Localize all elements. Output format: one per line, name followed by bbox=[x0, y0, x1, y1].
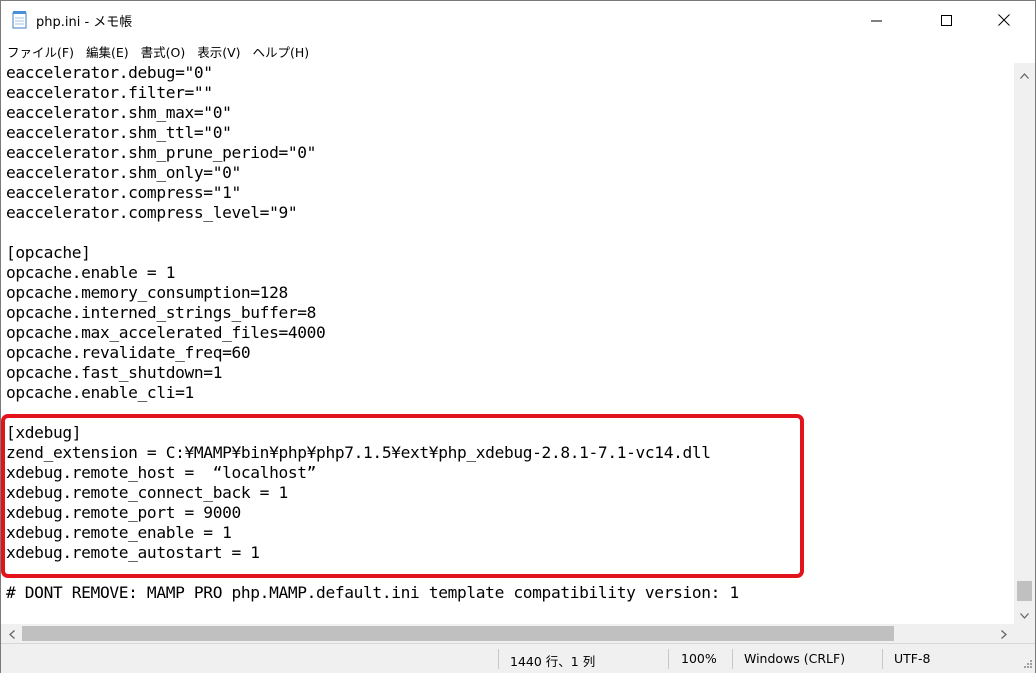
editor-line: xdebug.remote_enable = 1 bbox=[6, 523, 232, 542]
horizontal-scrollbar[interactable] bbox=[1, 624, 1014, 643]
editor-line: xdebug.remote_host = “localhost” bbox=[6, 463, 317, 482]
editor-line: eaccelerator.shm_only="0" bbox=[6, 163, 241, 182]
horizontal-scroll-thumb[interactable] bbox=[22, 626, 894, 641]
scroll-up-button[interactable] bbox=[1014, 63, 1035, 84]
editor-line: opcache.memory_consumption=128 bbox=[6, 283, 288, 302]
editor-line: zend_extension = C:¥MAMP¥bin¥php¥php7.1.… bbox=[6, 443, 711, 462]
text-editor[interactable]: eaccelerator.debug="0" eaccelerator.filt… bbox=[1, 63, 1014, 624]
vertical-scroll-thumb[interactable] bbox=[1017, 581, 1032, 601]
status-encoding: UTF-8 bbox=[894, 651, 931, 666]
editor-line: eaccelerator.filter="" bbox=[6, 83, 213, 102]
editor-line: opcache.interned_strings_buffer=8 bbox=[6, 303, 317, 322]
notepad-icon bbox=[12, 10, 28, 29]
editor-line: eaccelerator.compress="1" bbox=[6, 183, 241, 202]
status-separator bbox=[498, 649, 499, 669]
menu-help[interactable]: ヘルプ(H) bbox=[246, 42, 315, 61]
menu-bar: ファイル(F) 編集(E) 書式(O) 表示(V) ヘルプ(H) bbox=[1, 39, 1035, 63]
editor-line: eaccelerator.shm_max="0" bbox=[6, 103, 232, 122]
status-cursor-position: 1440 行、1 列 bbox=[510, 654, 596, 669]
editor-line: # DONT REMOVE: MAMP PRO php.MAMP.default… bbox=[6, 583, 739, 602]
status-bar: 1440 行、1 列 100% Windows (CRLF) UTF-8 bbox=[1, 643, 1035, 673]
menu-format[interactable]: 書式(O) bbox=[134, 42, 191, 61]
resize-grip-icon[interactable] bbox=[1021, 659, 1033, 671]
title-bar[interactable]: php.ini - メモ帳 bbox=[1, 1, 1035, 39]
editor-line: eaccelerator.shm_prune_period="0" bbox=[6, 143, 317, 162]
scroll-left-button[interactable] bbox=[1, 624, 22, 643]
editor-line: xdebug.remote_connect_back = 1 bbox=[6, 483, 288, 502]
editor-line: opcache.enable_cli=1 bbox=[6, 383, 194, 402]
editor-line: opcache.revalidate_freq=60 bbox=[6, 343, 251, 362]
chevron-down-icon bbox=[1020, 604, 1029, 623]
minimize-icon bbox=[870, 11, 882, 30]
menu-file[interactable]: ファイル(F) bbox=[1, 42, 79, 61]
scroll-right-button[interactable] bbox=[993, 624, 1014, 643]
status-separator bbox=[668, 649, 669, 669]
editor-line: xdebug.remote_port = 9000 bbox=[6, 503, 241, 522]
menu-edit[interactable]: 編集(E) bbox=[79, 42, 134, 61]
editor-line: opcache.enable = 1 bbox=[6, 263, 176, 282]
close-icon bbox=[998, 11, 1010, 30]
maximize-icon bbox=[940, 11, 952, 30]
editor-line: [xdebug] bbox=[6, 423, 82, 442]
close-button[interactable] bbox=[981, 1, 1027, 39]
maximize-button[interactable] bbox=[923, 1, 969, 39]
status-zoom: 100% bbox=[681, 651, 717, 666]
window-title: php.ini - メモ帳 bbox=[36, 15, 133, 30]
chevron-up-icon bbox=[1020, 64, 1029, 83]
scrollbar-corner bbox=[1014, 624, 1035, 643]
editor-line: eaccelerator.compress_level="9" bbox=[6, 203, 298, 222]
status-separator bbox=[882, 649, 883, 669]
editor-line: eaccelerator.debug="0" bbox=[6, 63, 213, 82]
chevron-left-icon bbox=[8, 624, 15, 643]
status-line-ending: Windows (CRLF) bbox=[744, 651, 846, 666]
editor-line: [opcache] bbox=[6, 243, 91, 262]
notepad-window: php.ini - メモ帳 ファイル(F) 編集(E) 書式(O) 表示(V) … bbox=[0, 0, 1036, 673]
editor-line: opcache.fast_shutdown=1 bbox=[6, 363, 223, 382]
minimize-button[interactable] bbox=[853, 1, 899, 39]
editor-line: opcache.max_accelerated_files=4000 bbox=[6, 323, 326, 342]
chevron-right-icon bbox=[1000, 624, 1007, 643]
status-separator bbox=[732, 649, 733, 669]
menu-view[interactable]: 表示(V) bbox=[190, 42, 245, 61]
editor-line: eaccelerator.shm_ttl="0" bbox=[6, 123, 232, 142]
editor-line: xdebug.remote_autostart = 1 bbox=[6, 543, 260, 562]
scroll-down-button[interactable] bbox=[1014, 603, 1035, 624]
vertical-scrollbar[interactable] bbox=[1014, 63, 1035, 624]
